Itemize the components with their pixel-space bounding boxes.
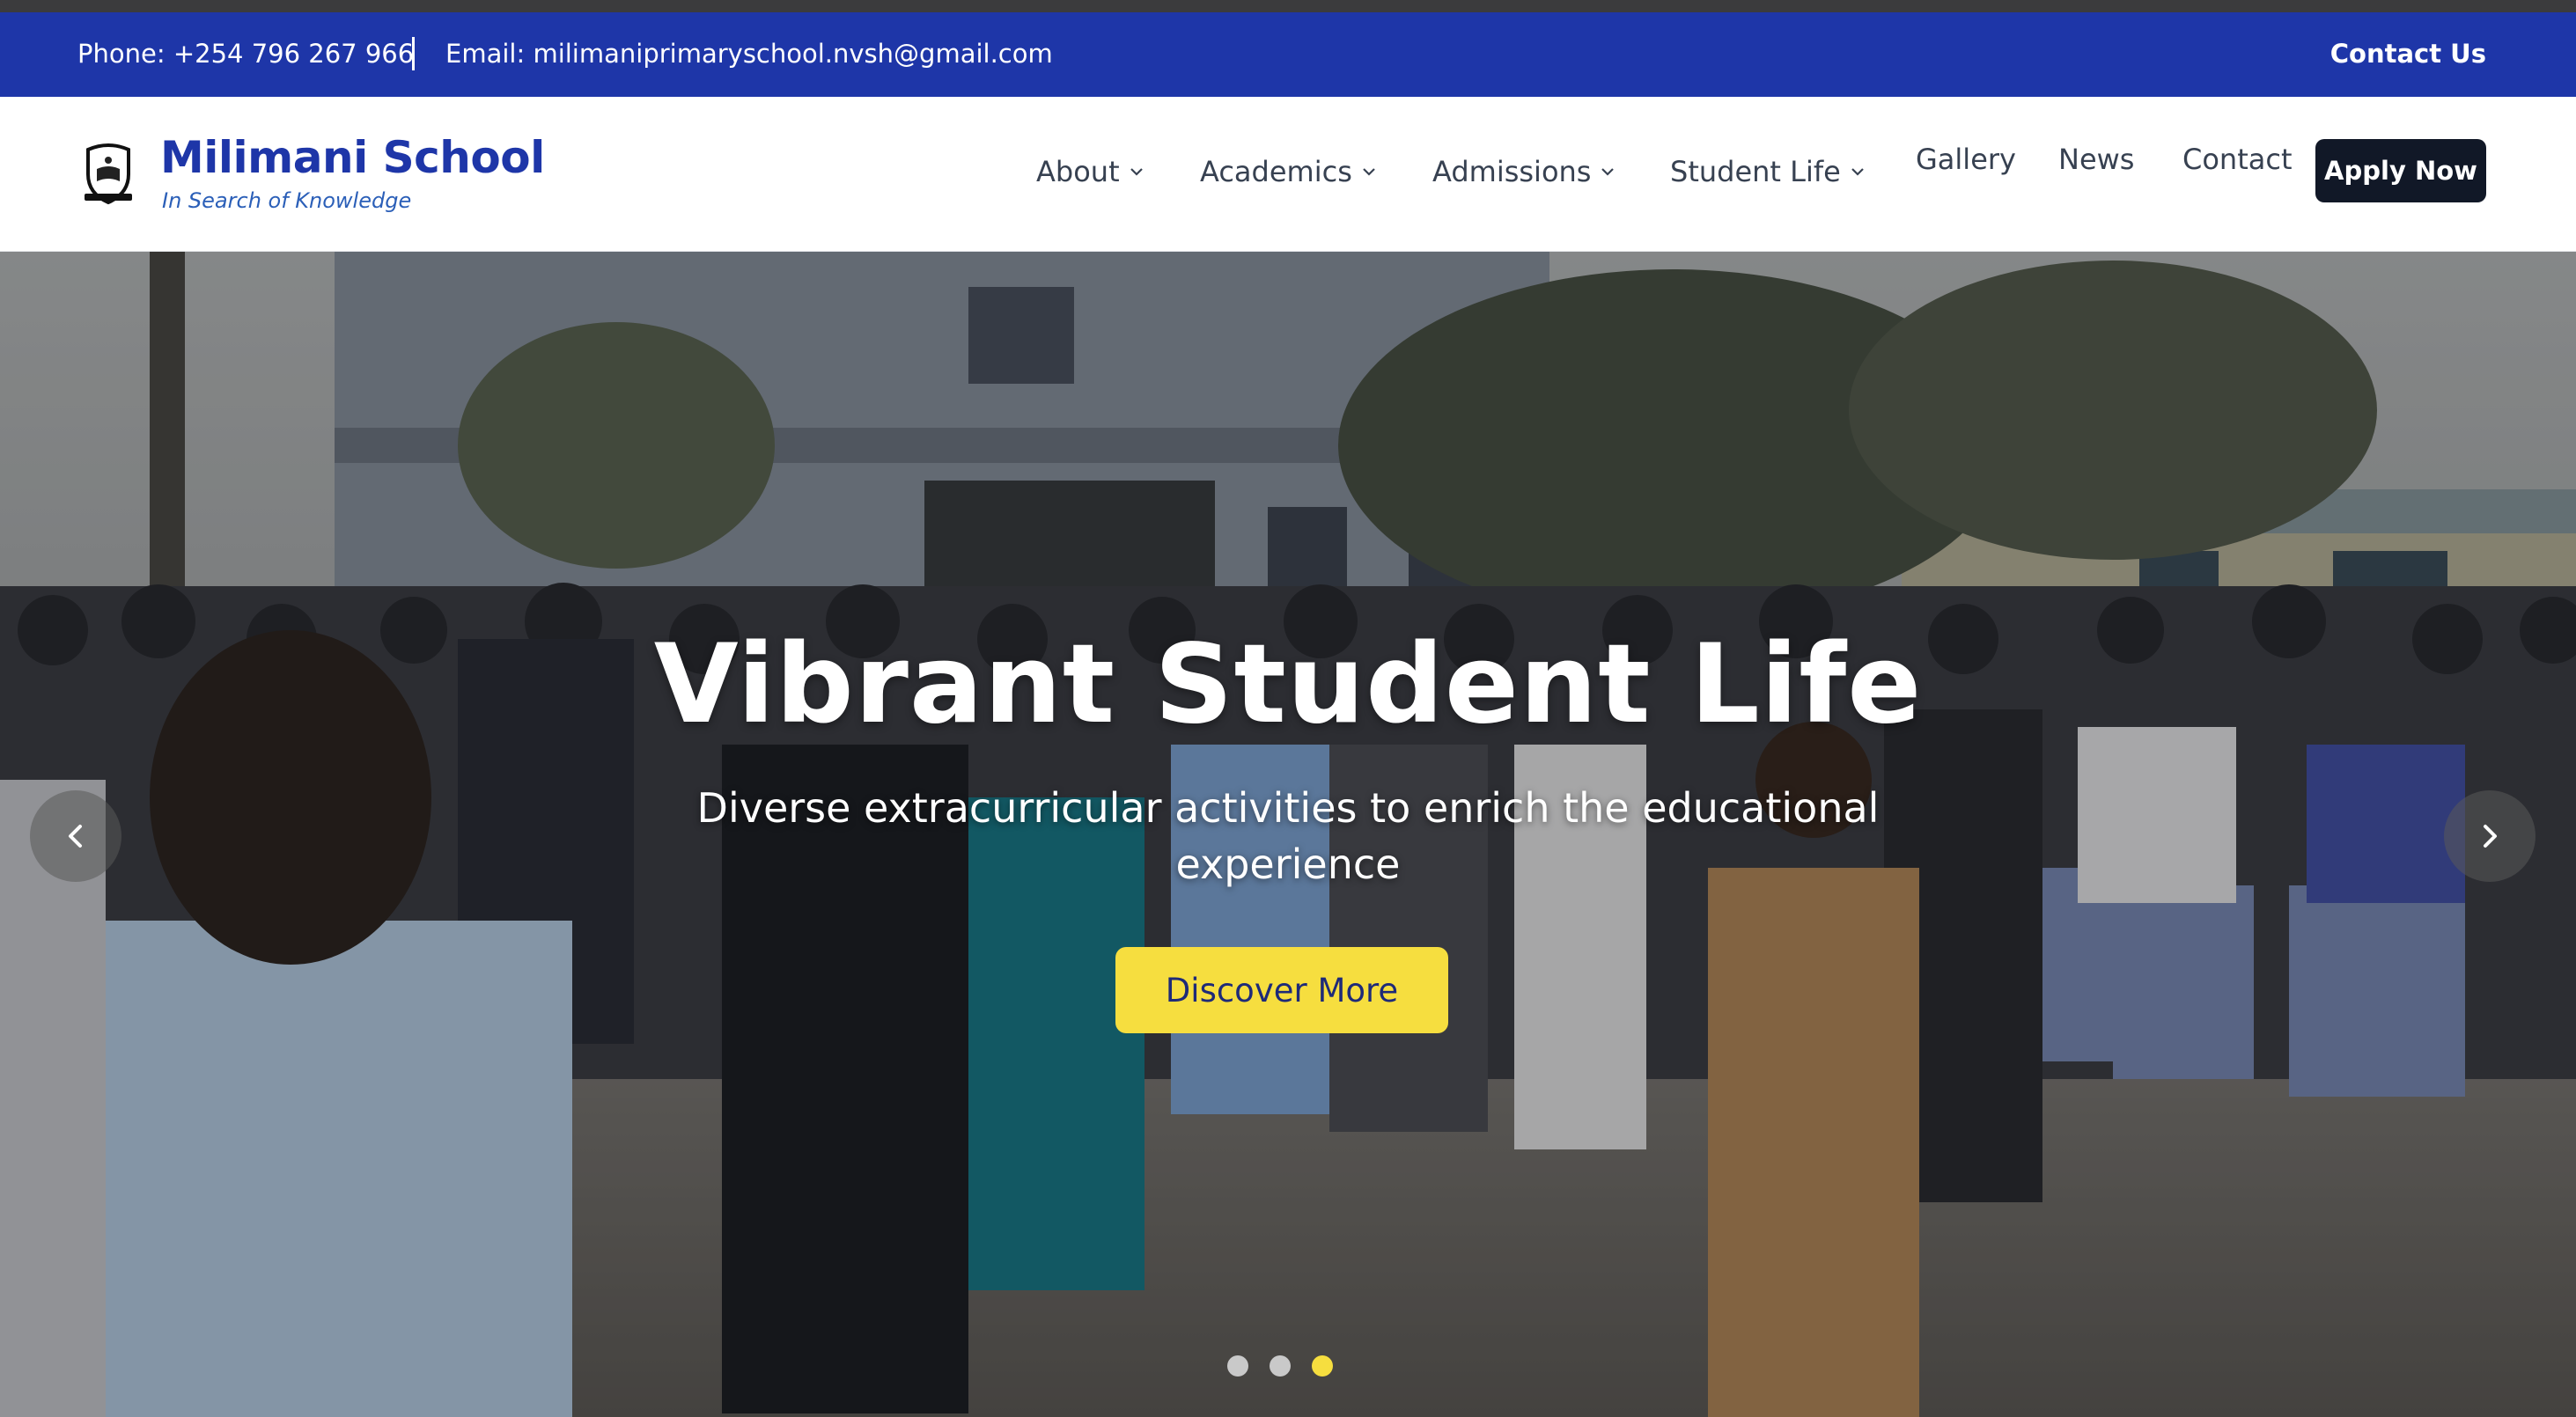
chevron-down-icon	[1601, 168, 1615, 176]
main-navbar: Milimani School In Search of Knowledge A…	[0, 97, 2576, 252]
hero-title: Vibrant Student Life	[653, 621, 1923, 748]
apply-now-button[interactable]: Apply Now	[2315, 139, 2486, 202]
carousel-dot-1[interactable]	[1227, 1355, 1248, 1377]
nav-about-label: About	[1036, 155, 1120, 188]
nav-admissions-label: Admissions	[1432, 155, 1592, 188]
nav-student-life[interactable]: Student Life	[1670, 155, 1866, 188]
top-contact-bar: Phone: +254 796 267 966 Email: milimanip…	[0, 12, 2576, 97]
nav-academics[interactable]: Academics	[1200, 155, 1377, 188]
carousel-prev-button[interactable]	[30, 790, 121, 882]
nav-news-label: News	[2058, 143, 2135, 176]
school-name[interactable]: Milimani School	[160, 132, 545, 183]
discover-more-button[interactable]: Discover More	[1115, 947, 1448, 1033]
nav-student-life-label: Student Life	[1670, 155, 1841, 188]
nav-contact[interactable]: Contact	[2182, 143, 2293, 176]
email-address[interactable]: Email: milimaniprimaryschool.nvsh@gmail.…	[445, 39, 1053, 69]
hero-carousel: Vibrant Student Life Diverse extracurric…	[0, 252, 2576, 1417]
nav-gallery[interactable]: Gallery	[1916, 143, 2016, 176]
nav-academics-label: Academics	[1200, 155, 1352, 188]
window-top-strip	[0, 0, 2576, 12]
chevron-down-icon	[1363, 168, 1375, 176]
nav-about[interactable]: About	[1036, 155, 1144, 188]
carousel-dot-3[interactable]	[1312, 1355, 1333, 1377]
carousel-next-button[interactable]	[2444, 790, 2536, 882]
chevron-right-icon	[2484, 825, 2497, 848]
carousel-dot-2[interactable]	[1270, 1355, 1291, 1377]
school-tagline: In Search of Knowledge	[162, 188, 412, 213]
topbar-divider	[412, 37, 415, 70]
contact-us-link[interactable]: Contact Us	[2330, 39, 2486, 69]
nav-contact-label: Contact	[2182, 143, 2293, 176]
nav-news[interactable]: News	[2058, 143, 2134, 176]
nav-gallery-label: Gallery	[1916, 143, 2016, 176]
carousel-indicators	[1227, 1355, 1333, 1377]
phone-number[interactable]: Phone: +254 796 267 966	[77, 39, 414, 69]
chevron-down-icon	[1851, 168, 1864, 176]
chevron-down-icon	[1130, 168, 1143, 176]
hero-subtitle: Diverse extracurricular activities to en…	[696, 784, 1880, 888]
chevron-left-icon	[69, 825, 82, 848]
nav-admissions[interactable]: Admissions	[1432, 155, 1616, 188]
school-crest-icon[interactable]	[81, 141, 136, 206]
